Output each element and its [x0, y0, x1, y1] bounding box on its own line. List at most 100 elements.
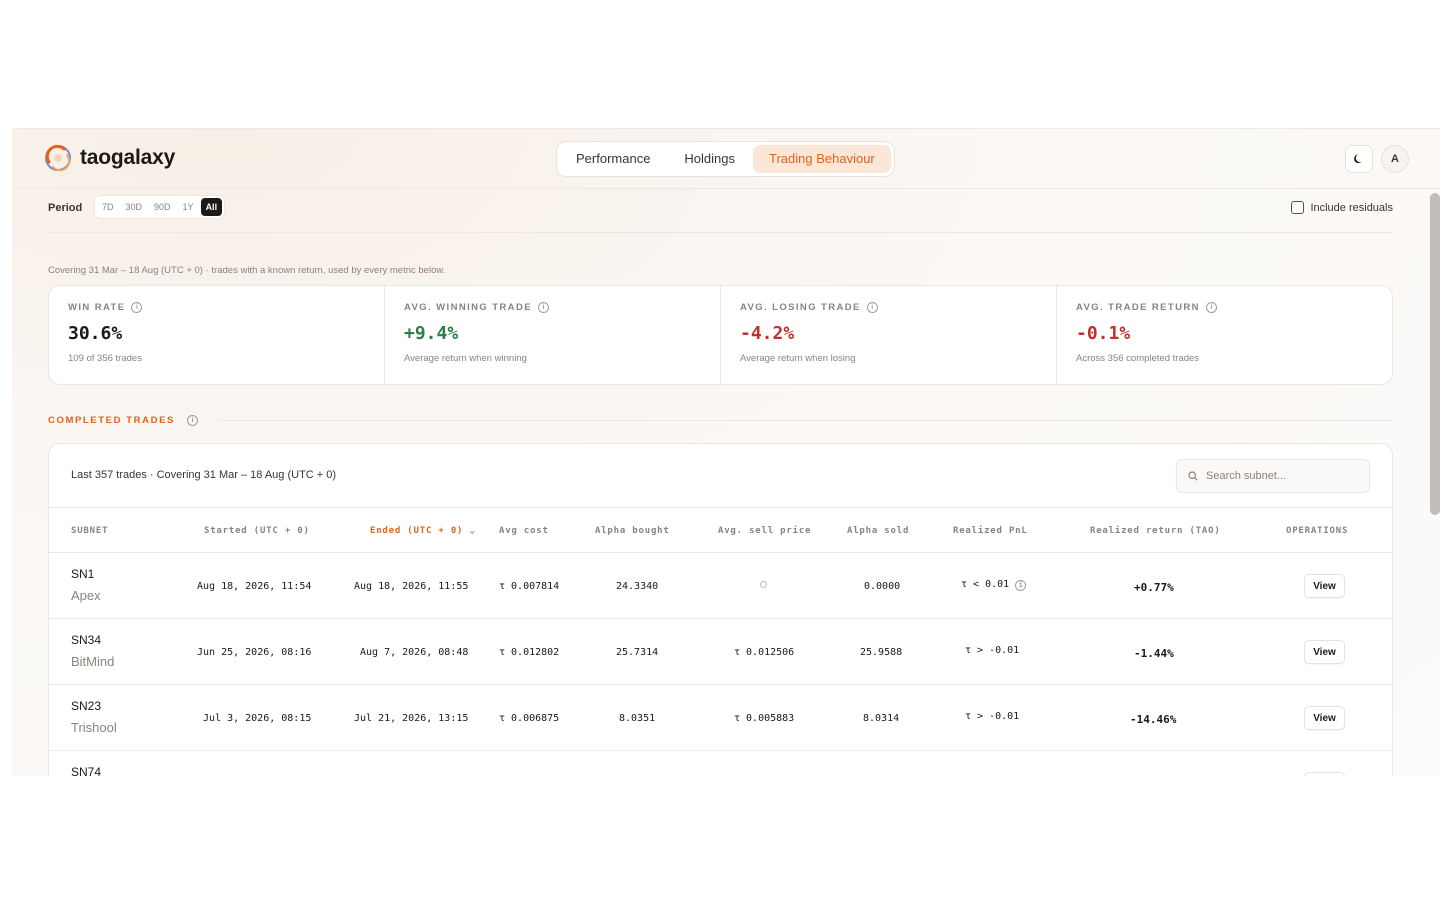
period-option-all[interactable]: All	[200, 198, 223, 216]
info-icon[interactable]: i	[866, 302, 878, 313]
logo[interactable]: taogalaxy	[44, 144, 175, 172]
include-residuals-checkbox[interactable]	[1291, 201, 1305, 214]
info-icon[interactable]: i	[186, 415, 198, 426]
info-icon[interactable]	[760, 581, 767, 588]
stat-avg-winning-trade: AVG. WINNING TRADE i +9.4% Average return…	[385, 286, 721, 384]
period-filter-row: Period 7D 30D 90D 1Y All Include residua…	[48, 195, 1393, 233]
column-header-alpha-sold[interactable]: Alpha sold	[847, 526, 909, 536]
stat-label: WIN RATE	[68, 302, 126, 313]
stat-subtext: Across 356 completed trades	[1076, 353, 1200, 364]
divider	[217, 420, 1393, 421]
pnl-cell: τ > -0.01	[965, 645, 1020, 656]
alpha-sold-cell: 25.9588	[860, 647, 903, 658]
alpha-bought-cell: 25.7314	[616, 647, 659, 658]
view-button[interactable]: View	[1304, 640, 1345, 664]
period-label: Period	[48, 202, 83, 214]
info-icon[interactable]: i	[537, 302, 549, 313]
page-scrollbar[interactable]	[1430, 193, 1440, 515]
info-icon[interactable]: i	[131, 302, 143, 313]
period-option-7d[interactable]: 7D	[97, 198, 119, 216]
column-header-avg-cost[interactable]: Avg cost	[499, 526, 549, 536]
column-header-operations: OPERATIONS	[1286, 526, 1349, 536]
period-option-30d[interactable]: 30D	[121, 198, 148, 216]
search-input[interactable]	[1206, 470, 1356, 482]
realized-return-cell: -1.44%	[1134, 647, 1174, 660]
avg-cost-cell: τ 0.006875	[499, 713, 560, 724]
include-residuals-label: Include residuals	[1310, 201, 1393, 214]
stat-subtext: Average return when winning	[404, 353, 527, 364]
avg-sell-cell: τ 0.005883	[734, 713, 795, 724]
search-box[interactable]	[1176, 459, 1370, 493]
covering-note: Covering 31 Mar – 18 Aug (UTC + 0) · tra…	[48, 265, 446, 276]
avg-cost-cell: τ 0.007814	[499, 581, 560, 592]
table-row[interactable]: SN34 BitMind Jun 25, 2026, 08:16 Aug 7, …	[49, 619, 1392, 685]
avg-sell-empty-cell	[760, 580, 767, 591]
info-icon[interactable]: i	[1205, 302, 1217, 313]
period-selector: 7D 30D 90D 1Y All	[94, 195, 226, 219]
section-title: COMPLETED TRADES	[48, 415, 175, 426]
completed-trades-table: Last 357 trades · Covering 31 Mar – 18 A…	[48, 443, 1393, 776]
stat-avg-trade-return: AVG. TRADE RETURN i -0.1% Across 356 comp…	[1057, 286, 1392, 384]
view-button[interactable]: View	[1304, 706, 1345, 730]
column-header-ended[interactable]: Ended (UTC + 0) ⌄	[370, 526, 476, 536]
table-toolbar: Last 357 trades · Covering 31 Mar – 18 A…	[49, 444, 1392, 508]
include-residuals-toggle[interactable]: Include residuals	[1291, 201, 1393, 214]
stat-avg-losing-trade: AVG. LOSING TRADE i -4.2% Average return …	[721, 286, 1057, 384]
ended-cell: Aug 18, 2026, 11:55	[354, 581, 469, 592]
table-row[interactable]: SN1 Apex Aug 18, 2026, 11:54 Aug 18, 202…	[49, 553, 1392, 619]
column-header-ended-label: Ended (UTC + 0)	[370, 526, 464, 536]
alpha-bought-cell: 8.0351	[619, 713, 656, 724]
completed-trades-header: COMPLETED TRADES i	[48, 415, 1393, 426]
column-header-realized-return[interactable]: Realized return (TAO)	[1090, 526, 1221, 536]
started-cell: Aug 18, 2026, 11:54	[197, 581, 312, 592]
column-header-started[interactable]: Started (UTC + 0)	[204, 526, 310, 536]
avg-sell-cell: τ 0.012506	[734, 647, 795, 658]
chevron-down-icon: ⌄	[469, 526, 476, 536]
ended-cell: Aug 7, 2026, 08:48	[360, 647, 469, 658]
stat-value: -4.2%	[740, 323, 795, 344]
tab-holdings[interactable]: Holdings	[668, 145, 751, 173]
ended-cell: Jul 21, 2026, 13:15	[354, 713, 469, 724]
subnet-name: Apex	[71, 588, 101, 603]
top-header: taogalaxy Performance Holdings Trading B…	[12, 129, 1440, 189]
column-header-realized-pnl[interactable]: Realized PnL	[953, 526, 1028, 536]
stat-value: 30.6%	[68, 323, 123, 344]
app-viewport: taogalaxy Performance Holdings Trading B…	[12, 128, 1440, 776]
avg-cost-cell: τ 0.012802	[499, 647, 560, 658]
stat-subtext: Average return when losing	[740, 353, 856, 364]
started-cell: Jul 3, 2026, 08:15	[203, 713, 312, 724]
subnet-id: SN1	[71, 567, 95, 581]
summary-stats: WIN RATE i 30.6% 109 of 356 trades AVG. W…	[48, 285, 1393, 385]
subnet-id: SN74	[71, 765, 102, 776]
tab-trading-behaviour[interactable]: Trading Behaviour	[753, 145, 891, 173]
stat-subtext: 109 of 356 trades	[68, 353, 142, 364]
tab-performance[interactable]: Performance	[560, 145, 666, 173]
pnl-cell: τ < 0.01 i	[961, 579, 1027, 591]
period-option-90d[interactable]: 90D	[149, 198, 176, 216]
table-row[interactable]: SN74	[49, 751, 1392, 776]
theme-toggle-button[interactable]	[1345, 145, 1373, 173]
subnet-id: SN34	[71, 633, 102, 647]
period-option-1y[interactable]: 1Y	[178, 198, 199, 216]
search-icon	[1188, 471, 1198, 481]
view-button[interactable]	[1304, 772, 1345, 776]
column-header-avg-sell-price[interactable]: Avg. sell price	[718, 526, 811, 536]
column-header-alpha-bought[interactable]: Alpha bought	[595, 526, 670, 536]
view-button[interactable]: View	[1304, 574, 1345, 598]
table-header: SUBNET Started (UTC + 0) Ended (UTC + 0)…	[49, 508, 1392, 553]
stat-label: AVG. WINNING TRADE	[404, 302, 532, 313]
subnet-name: Trishool	[71, 720, 117, 735]
table-row[interactable]: SN23 Trishool Jul 3, 2026, 08:15 Jul 21,…	[49, 685, 1392, 751]
stat-value: -0.1%	[1076, 323, 1131, 344]
info-icon[interactable]: i	[1015, 579, 1027, 591]
stat-label: AVG. TRADE RETURN	[1076, 302, 1200, 313]
alpha-bought-cell: 24.3340	[616, 581, 659, 592]
main-nav-tabs: Performance Holdings Trading Behaviour	[556, 141, 895, 177]
moon-icon	[1354, 154, 1362, 164]
avatar[interactable]: A	[1381, 145, 1409, 173]
app-name: taogalaxy	[80, 146, 176, 169]
column-header-subnet[interactable]: SUBNET	[71, 526, 108, 536]
realized-return-cell: +0.77%	[1134, 581, 1174, 594]
taogalaxy-logo-icon	[45, 144, 71, 172]
started-cell: Jun 25, 2026, 08:16	[197, 647, 312, 658]
